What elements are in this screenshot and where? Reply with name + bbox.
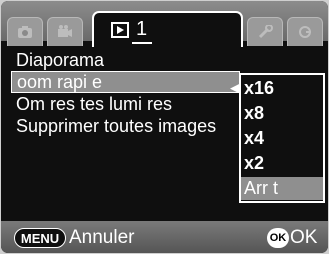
footer-bar: MENU Annuler OK OK: [1, 221, 328, 253]
option-x8[interactable]: x8: [241, 102, 323, 125]
quick-zoom-options: x16 x8 x4 x2 Arr t: [239, 73, 325, 203]
playback-icon: [111, 22, 129, 38]
tab-underline: [132, 42, 152, 44]
ok-button-icon[interactable]: OK: [267, 228, 289, 248]
menu-button-icon[interactable]: MENU: [14, 228, 66, 248]
option-off[interactable]: Arr t: [241, 177, 323, 200]
option-x4[interactable]: x4: [241, 127, 323, 150]
custom-settings-icon: [299, 26, 311, 38]
option-x16[interactable]: x16: [241, 77, 323, 100]
video-camera-icon: [58, 25, 72, 37]
tab-custom[interactable]: [287, 17, 323, 46]
wrench-icon: [258, 25, 273, 39]
option-x2[interactable]: x2: [241, 152, 323, 175]
menu-item-slideshow[interactable]: Diaporama: [11, 49, 316, 71]
menu-item-quick-zoom[interactable]: oom rapi e: [11, 71, 240, 93]
tab-settings[interactable]: [247, 17, 283, 46]
camera-menu-screen: 1 Diaporama oom rapi e Om res tes lumi r…: [1, 1, 328, 253]
camera-icon: [18, 26, 32, 38]
cancel-label: Annuler: [69, 227, 135, 248]
tab-playback[interactable]: 1: [92, 11, 243, 47]
tab-page-number: 1: [136, 18, 148, 40]
ok-label: OK: [290, 227, 318, 248]
tab-bar: 1: [7, 11, 323, 47]
tab-camera[interactable]: [7, 17, 43, 46]
tab-video[interactable]: [47, 17, 83, 46]
